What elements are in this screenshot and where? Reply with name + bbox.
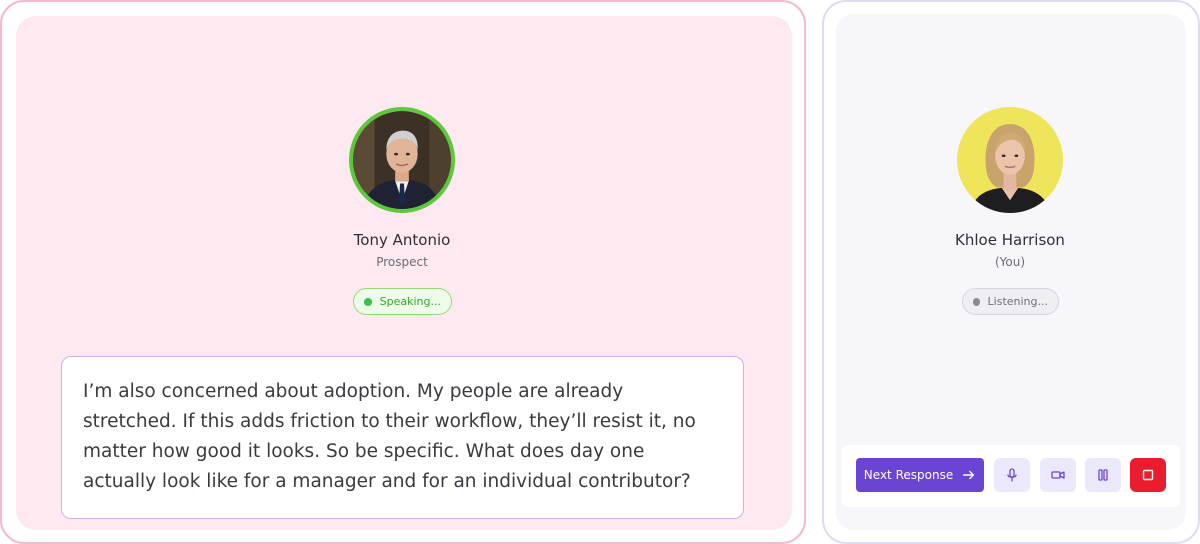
pause-button[interactable] (1085, 458, 1121, 492)
prospect-portrait (353, 111, 451, 209)
user-portrait (957, 107, 1063, 213)
next-response-label: Next Response (863, 468, 954, 482)
speaking-indicator-icon (364, 297, 372, 306)
prospect-role: Prospect (376, 255, 428, 269)
listening-status-badge: Listening... (962, 288, 1059, 315)
user-name: Khloe Harrison (955, 231, 1065, 249)
prospect-name: Tony Antonio (353, 231, 451, 249)
user-role: (You) (994, 255, 1026, 269)
mic-icon (1007, 468, 1017, 482)
listening-status-label: Listening... (987, 295, 1048, 308)
user-avatar (957, 107, 1063, 213)
stop-icon (1142, 469, 1154, 481)
prospect-avatar (349, 107, 455, 213)
video-camera-icon (1051, 471, 1065, 479)
stop-button[interactable] (1130, 458, 1166, 492)
listening-indicator-icon (973, 297, 980, 306)
speaking-status-label: Speaking... (379, 295, 441, 308)
pause-icon (1098, 469, 1108, 481)
camera-button[interactable] (1040, 458, 1076, 492)
mic-button[interactable] (994, 458, 1030, 492)
speaking-status-badge: Speaking... (353, 288, 452, 315)
arrow-right-icon (963, 470, 975, 480)
next-response-button[interactable]: Next Response (856, 458, 984, 492)
transcript-box: I’m also concerned about adoption. My pe… (61, 356, 744, 519)
